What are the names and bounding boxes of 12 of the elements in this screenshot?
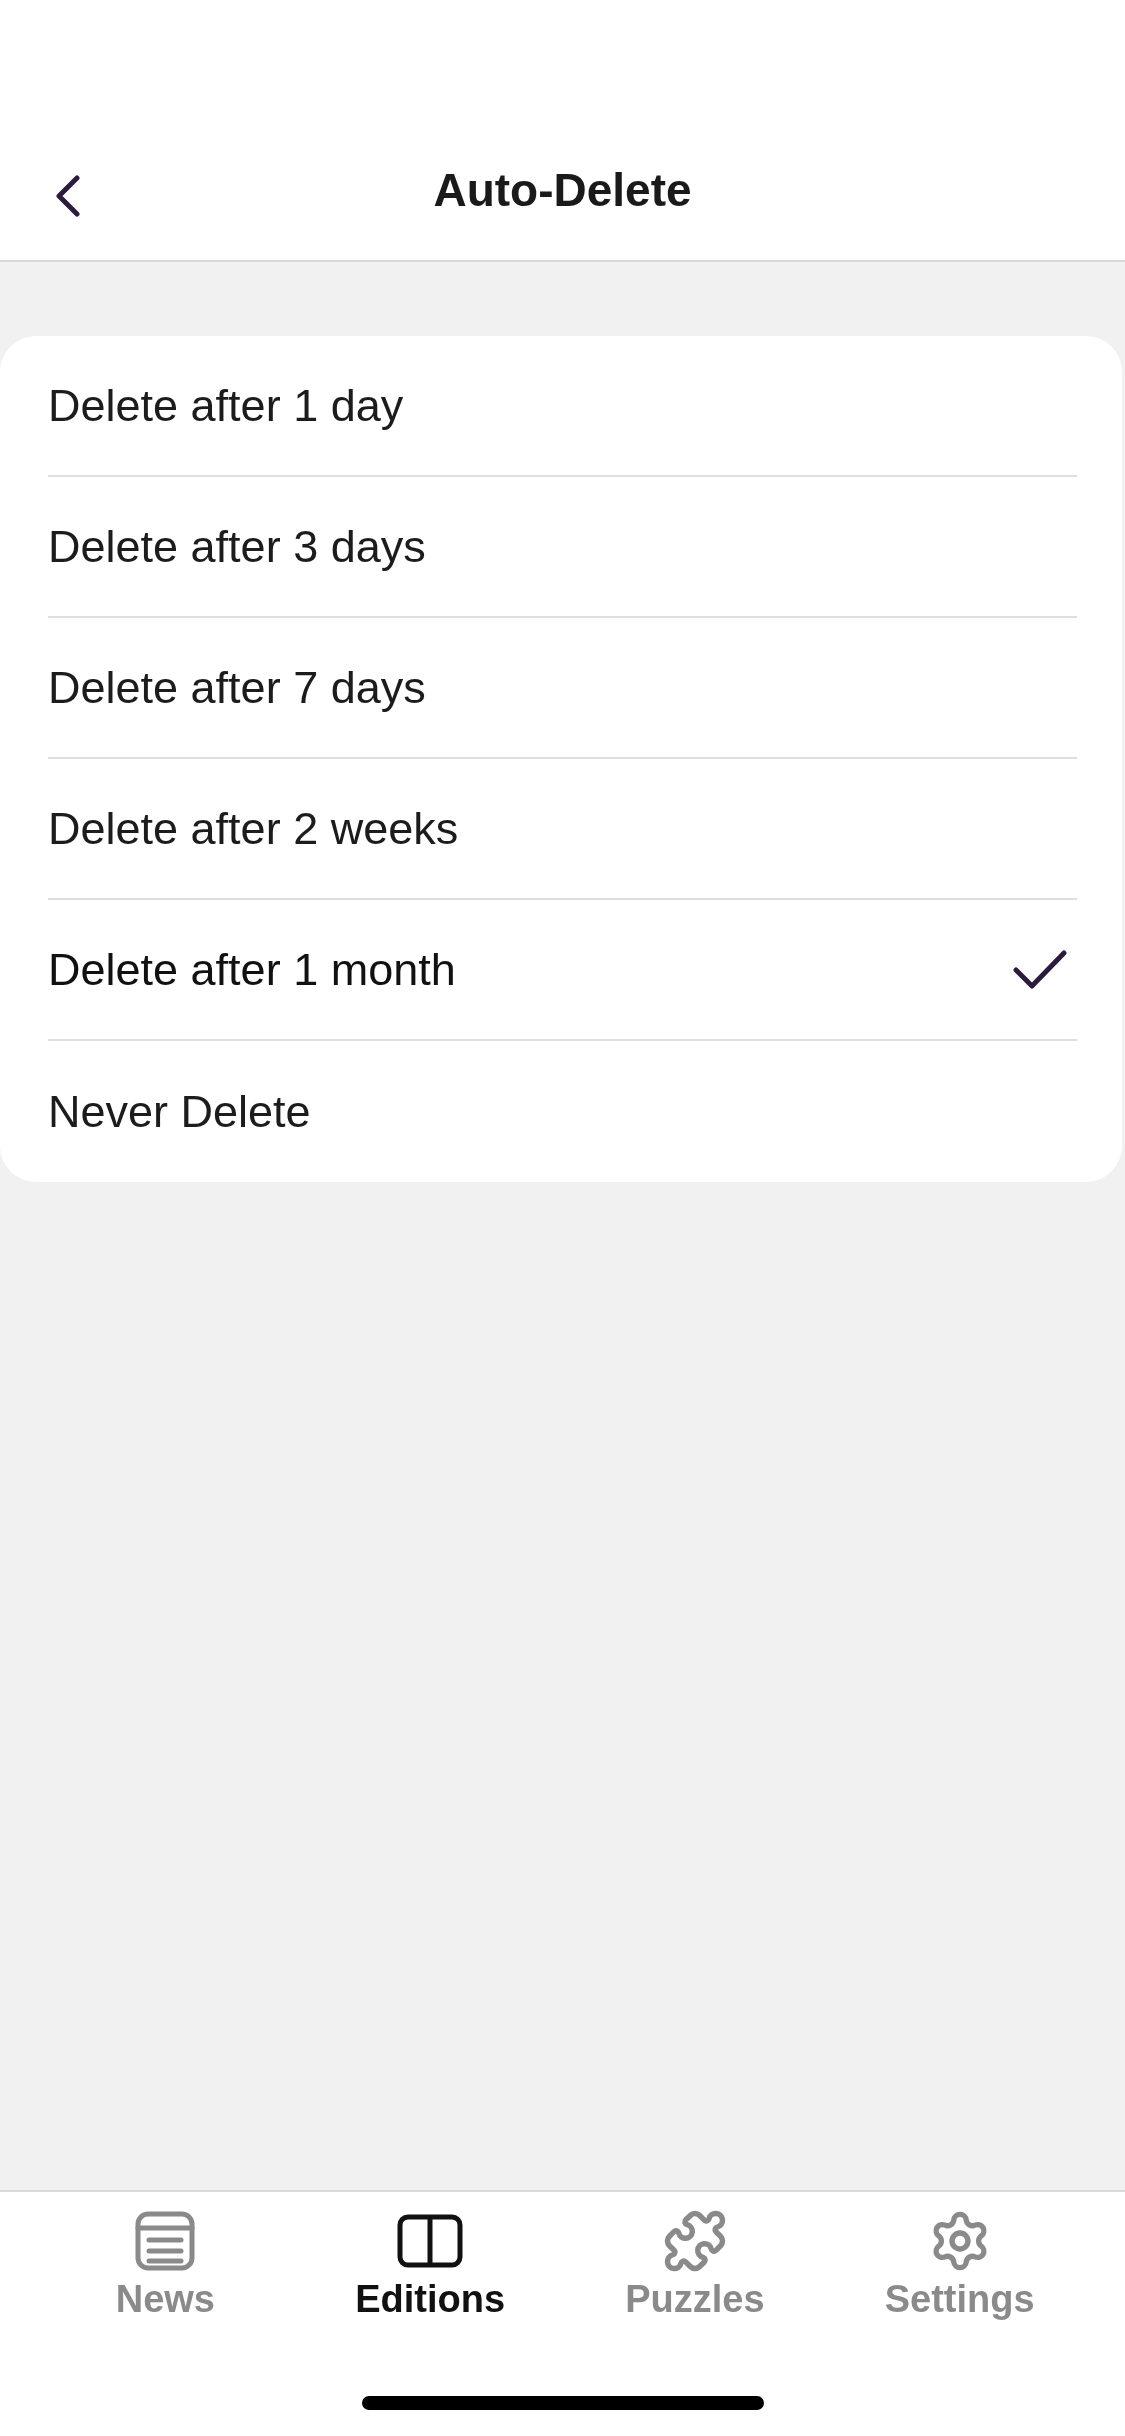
checkmark-icon (1013, 949, 1067, 990)
option-row[interactable]: Delete after 7 days (48, 618, 1077, 759)
option-row[interactable]: Delete after 1 month (48, 900, 1077, 1041)
option-row[interactable]: Delete after 3 days (48, 477, 1077, 618)
option-row[interactable]: Never Delete (48, 1041, 1077, 1182)
page-title: Auto-Delete (433, 163, 692, 218)
option-row[interactable]: Delete after 2 weeks (48, 759, 1077, 900)
newspaper-icon (135, 2211, 196, 2271)
tab-item[interactable]: Editions (297, 2206, 563, 2322)
option-row[interactable]: Delete after 1 day (48, 336, 1077, 477)
book-icon (397, 2214, 464, 2268)
back-chevron-icon (55, 175, 81, 217)
